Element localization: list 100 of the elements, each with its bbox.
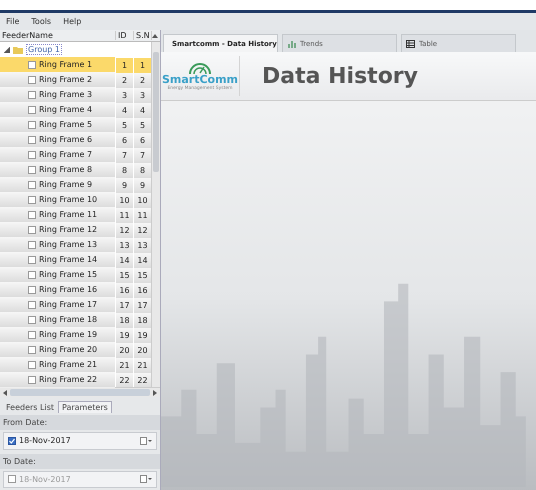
feeder-name: Ring Frame 18 [39,315,98,324]
table-cell: 2 [133,72,151,88]
checkbox[interactable] [28,240,36,249]
table-cell: 20 [133,342,151,358]
table-cell: 15 [115,268,133,283]
menu-item[interactable]: Help [63,17,82,26]
feeder-name: Ring Frame 6 [39,135,92,144]
checkbox[interactable] [28,330,36,339]
table-cell: 7 [115,148,133,163]
table-cell: 17 [133,298,151,313]
table-cell: 6 [133,132,151,148]
tree-item[interactable]: Group 1 [26,44,62,56]
table-cell: 4 [133,102,151,118]
checkbox[interactable] [28,120,36,129]
expander-icon[interactable] [4,46,10,53]
bar-chart-icon [287,40,296,48]
feeder-name: Ring Frame 14 [39,255,98,264]
scroll-left-arrow-icon[interactable] [2,390,8,396]
checkbox[interactable] [28,346,36,354]
checkbox[interactable] [28,60,36,69]
checkbox[interactable] [28,196,36,204]
checkbox[interactable] [28,316,36,324]
checkbox[interactable] [28,270,36,279]
field-label: From Date: [0,415,160,430]
feeder-name: Ring Frame 9 [39,180,92,190]
table-cell: 9 [115,178,133,193]
table-icon [406,40,415,48]
horizontal-scrollbar[interactable] [0,387,160,398]
table-cell: 12 [133,222,151,238]
checkbox[interactable] [28,286,36,294]
table-cell: 21 [115,358,133,373]
checkbox[interactable] [28,226,36,234]
panel-tab[interactable]: Feeders List [2,401,58,414]
feeder-name: Ring Frame 5 [39,120,92,130]
table-cell: 1 [133,58,151,73]
checkbox[interactable] [28,136,36,144]
table-cell: 15 [133,268,151,283]
scroll-up-arrow-icon[interactable] [152,32,158,39]
table-cell: 18 [133,312,151,328]
feeder-name: Ring Frame 15 [39,270,98,280]
scroll-right-arrow-icon[interactable] [152,390,158,396]
feeder-name: Ring Frame 2 [39,75,92,84]
date-value: 18-Nov-2017 [19,436,72,446]
menu-item[interactable]: File [6,17,20,26]
table-cell: 13 [133,238,151,253]
table-cell: 18 [115,312,133,328]
table-cell: 11 [115,208,133,223]
table-cell: 1 [115,58,133,73]
checkbox[interactable] [28,106,36,114]
table-cell: 21 [133,358,151,373]
table-cell: 13 [115,238,133,253]
checkbox[interactable] [28,376,36,384]
feeder-name: Ring Frame 10 [39,195,98,204]
menu-item[interactable]: Tools [31,17,52,26]
feeder-name: Ring Frame 4 [39,105,92,114]
checkbox[interactable] [28,210,36,219]
table-cell: 2 [115,72,133,88]
table-cell: 10 [115,192,133,208]
table-cell: 7 [133,148,151,163]
table-cell: 19 [133,328,151,343]
gauge-logo-icon [188,62,212,74]
date-field[interactable]: 18-Nov-2017 [3,432,157,450]
checkbox[interactable] [28,166,36,174]
date-value: 18-Nov-2017 [19,474,72,484]
table-cell: 8 [133,162,151,178]
feeder-name: Ring Frame 20 [39,345,98,354]
checkbox[interactable] [28,180,36,189]
table-cell: 3 [133,88,151,103]
table-cell: 5 [133,118,151,133]
feeder-name: Ring Frame 12 [39,225,98,234]
calendar-dropdown-icon[interactable] [140,436,152,445]
feeder-name: Ring Frame 7 [39,150,92,160]
table-cell: 19 [115,328,133,343]
vertical-scrollbar[interactable] [151,42,160,388]
feeder-name: Ring Frame 13 [39,240,98,250]
checkbox[interactable] [28,360,36,369]
table-cell: 16 [133,282,151,298]
table-cell: 6 [115,132,133,148]
feeder-name: Ring Frame 19 [39,330,98,340]
table-cell: 10 [133,192,151,208]
feeder-name: Ring Frame 16 [39,285,98,294]
checkbox[interactable] [28,90,36,99]
checkbox[interactable] [28,76,36,84]
column-header[interactable]: FeederName [0,31,116,40]
table-cell: 20 [115,342,133,358]
feeder-name: Ring Frame 11 [39,210,98,220]
checkbox[interactable] [28,150,36,159]
feeder-name: Ring Frame 1 [39,60,92,70]
field-label: To Date: [0,454,160,469]
panel-tab[interactable]: Parameters [58,401,112,414]
column-header[interactable]: S.N [134,31,152,40]
checkbox[interactable] [28,300,36,309]
table-cell: 3 [115,88,133,103]
feeder-name: Ring Frame 17 [39,300,98,310]
feeder-name: Ring Frame 22 [39,375,98,384]
folder-icon [13,46,23,54]
checkbox[interactable] [28,256,36,264]
column-header[interactable]: ID [116,31,134,40]
table-cell: 9 [133,178,151,193]
checkbox[interactable] [8,436,16,445]
